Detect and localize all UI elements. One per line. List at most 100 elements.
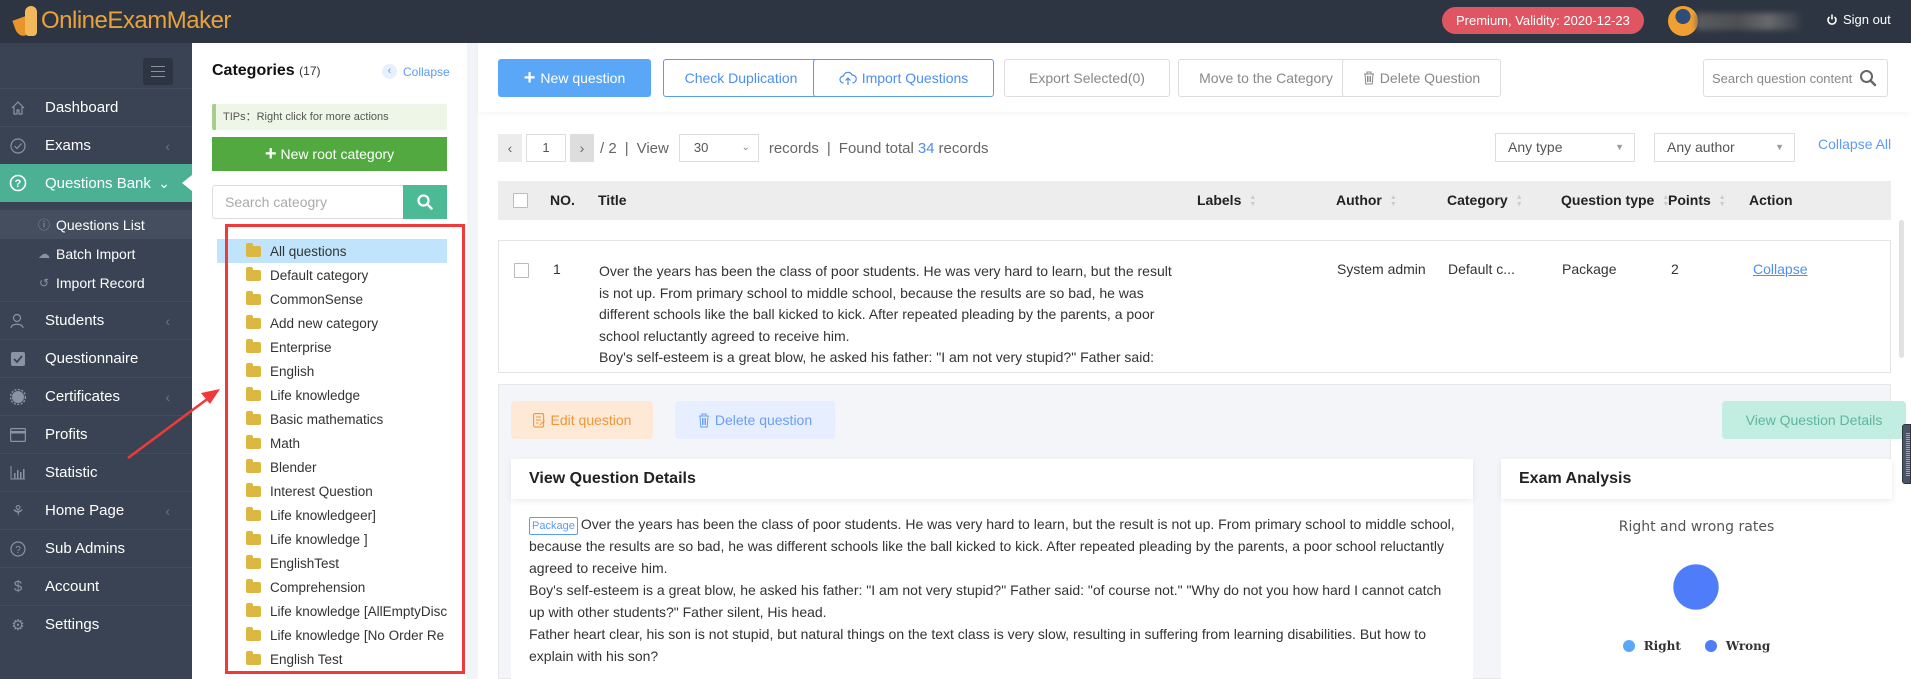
brand-logo[interactable]: OnlineExamMaker bbox=[12, 4, 231, 38]
column-labels[interactable]: Labels ▲ ▼ bbox=[1197, 181, 1256, 220]
column-points[interactable]: Points ▲ ▼ bbox=[1668, 181, 1726, 220]
sidebar-item-home-page[interactable]: ⚘ Home Page ‹ bbox=[0, 491, 192, 529]
sidebar-item-label: Certificates bbox=[45, 388, 121, 405]
sidebar-item-profits[interactable]: Profits bbox=[0, 415, 192, 453]
submenu-item-batch-import[interactable]: ☁ Batch Import bbox=[0, 239, 192, 268]
sidebar-item-account[interactable]: $ Account bbox=[0, 567, 192, 605]
sidebar-item-questions-bank[interactable]: ? Questions Bank ⌄ bbox=[0, 164, 192, 202]
found-total-label: Found total bbox=[838, 139, 914, 157]
checkbox-icon bbox=[9, 350, 27, 368]
legend-item-wrong[interactable]: Wrong bbox=[1704, 639, 1771, 653]
folder-icon bbox=[246, 506, 261, 521]
sidebar-item-dashboard[interactable]: Dashboard bbox=[0, 88, 192, 126]
total-records-count: 34 bbox=[917, 139, 935, 157]
category-item[interactable]: CommonSense bbox=[217, 287, 447, 311]
category-item[interactable]: Add new category bbox=[217, 311, 447, 335]
category-item[interactable]: Enterprise bbox=[217, 335, 447, 359]
category-item[interactable]: Life knowledge [AllEmptyDisc bbox=[217, 599, 447, 623]
collapse-all-link[interactable]: Collapse All bbox=[1818, 136, 1891, 152]
category-search-button[interactable] bbox=[403, 185, 447, 219]
submenu-item-import-record[interactable]: ↺ Import Record bbox=[0, 268, 192, 297]
sidebar-item-label: Account bbox=[45, 578, 100, 595]
category-item[interactable]: English bbox=[217, 359, 447, 383]
categories-collapse-button[interactable]: ‹ Collapse bbox=[382, 64, 450, 79]
edit-question-button[interactable]: Edit question bbox=[511, 401, 653, 439]
column-category[interactable]: Category ▲ ▼ bbox=[1447, 181, 1523, 220]
username-redacted[interactable] bbox=[1696, 13, 1800, 30]
plant-icon: ⚘ bbox=[11, 502, 25, 520]
category-label: Life knowledge [No Order Re bbox=[270, 627, 445, 643]
question-search-input[interactable]: Search question content bbox=[1703, 59, 1888, 97]
per-page-select[interactable]: 30 ⌄ bbox=[678, 134, 759, 162]
sidebar-item-exams[interactable]: Exams ‹ bbox=[0, 126, 192, 164]
premium-badge[interactable]: Premium, Validity: 2020-12-23 bbox=[1442, 7, 1644, 34]
category-item[interactable]: Life knowledgeer] bbox=[217, 503, 447, 527]
legend-item-right[interactable]: Right bbox=[1622, 639, 1681, 653]
category-item[interactable]: Math bbox=[217, 431, 447, 455]
check-duplication-button[interactable]: Check Duplication bbox=[663, 59, 819, 97]
move-to-category-button[interactable]: Move to the Category bbox=[1178, 59, 1354, 97]
vertical-scrollbar[interactable] bbox=[1899, 220, 1904, 358]
import-questions-button[interactable]: Import Questions bbox=[813, 59, 994, 97]
category-item[interactable]: Basic mathematics bbox=[217, 407, 447, 431]
table-row[interactable]: 1 Over the years has been the class of p… bbox=[498, 240, 1891, 373]
page-number-input[interactable]: 1 bbox=[526, 134, 566, 162]
sidebar-item-students[interactable]: Students ‹ bbox=[0, 301, 192, 339]
category-search-input[interactable] bbox=[212, 185, 403, 219]
next-page-button[interactable]: › bbox=[570, 134, 594, 162]
row-category: Default c... bbox=[1448, 261, 1515, 277]
row-checkbox[interactable] bbox=[514, 263, 529, 278]
category-item[interactable]: English Test bbox=[217, 647, 447, 671]
sidebar-item-sub-admins[interactable]: ? Sub Admins bbox=[0, 529, 192, 567]
new-root-category-button[interactable]: + New root category bbox=[212, 137, 447, 171]
author-filter-select[interactable]: Any author ▼ bbox=[1654, 133, 1795, 162]
menu-toggle-button[interactable] bbox=[143, 58, 173, 85]
row-author: System admin bbox=[1337, 261, 1426, 277]
pie-slice-wrong[interactable] bbox=[1672, 563, 1720, 611]
table-header: NO. Title Labels ▲ ▼ Author ▲ ▼ Category ▲ ▼ Q… bbox=[498, 181, 1891, 220]
select-all-checkbox[interactable] bbox=[513, 181, 528, 220]
sidebar-item-statistic[interactable]: Statistic bbox=[0, 453, 192, 491]
category-item[interactable]: Comprehension bbox=[217, 575, 447, 599]
collapse-label: Collapse bbox=[403, 64, 450, 79]
category-item[interactable]: Life knowledge bbox=[217, 383, 447, 407]
move-to-category-label: Move to the Category bbox=[1199, 70, 1333, 86]
new-question-button[interactable]: + New question bbox=[498, 59, 651, 97]
row-collapse-link[interactable]: Collapse bbox=[1753, 261, 1807, 277]
new-root-category-label: New root category bbox=[280, 146, 395, 162]
category-item[interactable]: Life knowledge [No Order Re bbox=[217, 623, 447, 647]
avatar[interactable] bbox=[1668, 6, 1698, 36]
column-question-type[interactable]: Question type ▲ ▼ bbox=[1561, 181, 1669, 220]
sign-out-button[interactable]: Sign out bbox=[1826, 12, 1891, 27]
sidebar-item-settings[interactable]: ⚙ Settings bbox=[0, 605, 192, 643]
category-item[interactable]: All questions bbox=[217, 239, 447, 263]
sidebar-item-label: Dashboard bbox=[45, 99, 119, 116]
export-selected-button[interactable]: Export Selected(0) bbox=[1004, 59, 1170, 97]
delete-question-button[interactable]: Delete Question bbox=[1342, 59, 1501, 97]
category-item[interactable]: Blender bbox=[217, 455, 447, 479]
submenu-item-questions-list[interactable]: ⓘ Questions List bbox=[0, 210, 192, 239]
type-filter-select[interactable]: Any type ▼ bbox=[1495, 133, 1635, 162]
category-item[interactable]: Default category bbox=[217, 263, 447, 287]
category-item[interactable]: Interest Question bbox=[217, 479, 447, 503]
prev-page-button[interactable]: ‹ bbox=[498, 134, 522, 162]
legend-label: Wrong bbox=[1725, 639, 1771, 653]
category-item[interactable]: EnglishTest bbox=[217, 551, 447, 575]
category-label: Interest Question bbox=[270, 483, 373, 499]
chevron-left-icon: ‹ bbox=[165, 388, 170, 405]
row-points: 2 bbox=[1671, 261, 1679, 277]
view-label: View bbox=[636, 139, 669, 157]
category-item[interactable]: Life knowledge ] bbox=[217, 527, 447, 551]
column-author[interactable]: Author ▲ ▼ bbox=[1336, 181, 1397, 220]
sidebar-item-label: Home Page bbox=[45, 502, 125, 519]
plus-icon: + bbox=[523, 67, 536, 89]
sidebar-item-questionnaire[interactable]: Questionnaire bbox=[0, 339, 192, 377]
column-action: Action bbox=[1749, 192, 1793, 208]
sidebar-item-certificates[interactable]: Certificates ‹ bbox=[0, 377, 192, 415]
side-widget-handle[interactable] bbox=[1902, 424, 1911, 484]
delete-question-inline-button[interactable]: Delete question bbox=[675, 401, 835, 439]
view-question-details-button[interactable]: View Question Details bbox=[1722, 401, 1906, 439]
category-label: Basic mathematics bbox=[270, 411, 384, 427]
folder-icon bbox=[246, 338, 261, 353]
new-question-label: New question bbox=[540, 70, 626, 86]
